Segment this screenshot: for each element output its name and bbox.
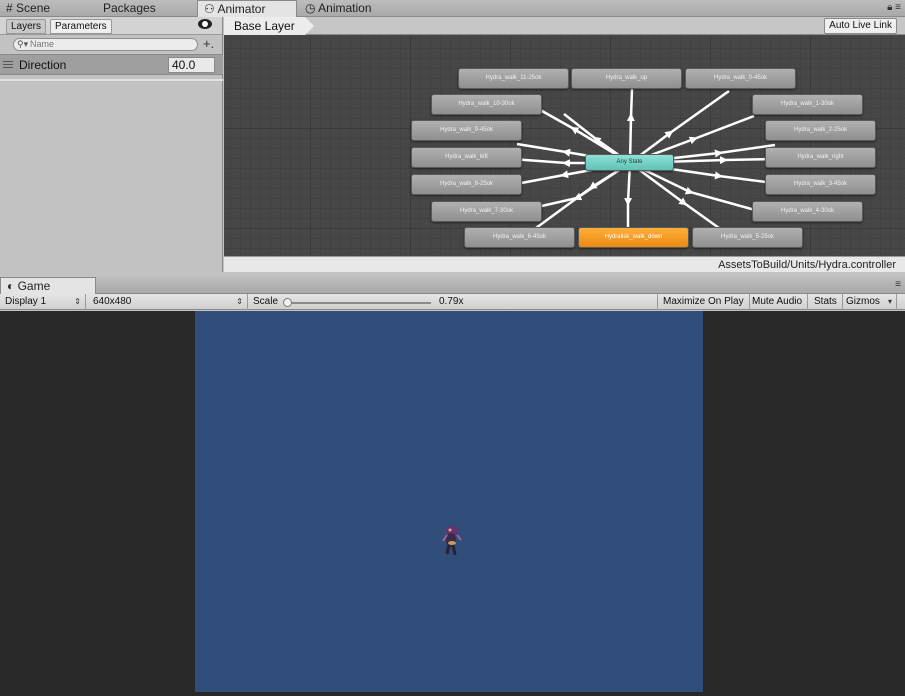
mute-audio-button[interactable]: Mute Audio [747, 294, 809, 310]
parameters-panel: Layers Parameters ⚲▾ Name +. Direction 4… [0, 17, 223, 272]
tab-label: Game [17, 279, 51, 293]
top-tab-bar: # Scene Packages ⚇ Animator ◷ Animation … [0, 0, 905, 17]
search-placeholder: Name [30, 39, 55, 49]
eye-icon[interactable] [198, 19, 212, 29]
state-node[interactable]: Hydra_walk_right [765, 147, 876, 168]
gizmos-button[interactable]: Gizmos ▾ [841, 294, 897, 310]
tab-animation[interactable]: ◷ Animation [299, 0, 378, 17]
resolution-value: 640x480 [93, 296, 132, 307]
parameter-row[interactable]: Direction 40.0 [0, 54, 223, 75]
any-state-node[interactable]: Any State [585, 154, 674, 171]
state-node[interactable]: Hydra_walk_6-45ok [464, 227, 575, 248]
controller-path: AssetsToBuild/Units/Hydra.controller [718, 259, 896, 271]
state-node[interactable]: Hydra_walk_8-25ok [411, 174, 522, 195]
controller-path-bar: AssetsToBuild/Units/Hydra.controller [224, 256, 905, 272]
state-node[interactable]: Hydra_walk_9-45ok [411, 120, 522, 141]
tab-game[interactable]: ◐ Game [0, 277, 96, 294]
game-toolbar: Display 1 ⇕ 640x480 ⇕ Scale 0.79x Maximi… [0, 294, 905, 310]
state-node[interactable]: Hydra_walk_1-30ok [752, 94, 863, 115]
tab-animator[interactable]: ⚇ Animator [197, 0, 297, 17]
tab-label: Animator [217, 2, 266, 16]
tab-label: Scene [16, 1, 51, 15]
drag-handle-icon[interactable] [3, 61, 13, 68]
display-dropdown[interactable]: Display 1 ⇕ [0, 294, 86, 310]
tab-label: Packages [103, 1, 156, 15]
updown-icon: ⇕ [74, 297, 81, 306]
animator-graph[interactable]: Hydra_walk_11-25ok Hydra_walk_up Hydra_w… [224, 17, 905, 272]
state-node[interactable]: Hydra_walk_2-25ok [765, 120, 876, 141]
tab-parameters[interactable]: Parameters [50, 19, 112, 34]
lock-menu-icon[interactable]: 🔒︎ ≡ [887, 2, 901, 13]
search-row: ⚲▾ Name +. [0, 36, 222, 52]
stats-button[interactable]: Stats [809, 294, 843, 310]
breadcrumb[interactable]: Base Layer [224, 17, 314, 35]
search-input[interactable]: ⚲▾ Name [13, 38, 198, 51]
clock-icon: ◷ [305, 1, 316, 15]
tab-layers[interactable]: Layers [6, 19, 47, 34]
state-node[interactable]: Hydra_walk_3-45ok [765, 174, 876, 195]
divider [0, 79, 223, 81]
state-node[interactable]: Hydra_walk_11-25ok [458, 68, 569, 89]
tab-label: Animation [318, 1, 372, 15]
hydralisk-sprite [442, 526, 462, 556]
tab-scene[interactable]: # Scene [0, 0, 56, 17]
breadcrumb-bar: Base Layer Auto Live Link [224, 17, 905, 35]
game-tab-bar: ◐ Game ≡ [0, 277, 905, 294]
gizmos-label: Gizmos [846, 296, 880, 307]
panel-tabs: Layers Parameters [0, 17, 222, 35]
tab-packages[interactable]: Packages [97, 0, 162, 17]
auto-live-link-button[interactable]: Auto Live Link [824, 18, 897, 34]
game-view[interactable] [0, 311, 905, 696]
state-node[interactable]: Hydra_walk_up [571, 68, 682, 89]
animator-icon: ⚇ [204, 2, 215, 16]
display-value: Display 1 [5, 296, 47, 307]
slider-knob[interactable] [283, 298, 292, 307]
game-icon: ◐ [7, 279, 15, 293]
scale-label: Scale [253, 296, 279, 307]
default-state-node[interactable]: Hydralisk_walk_down [578, 227, 689, 248]
state-node[interactable]: Hydra_walk_left [411, 147, 522, 168]
parameter-name: Direction [19, 58, 67, 72]
updown-icon: ⇕ [236, 297, 243, 306]
state-node[interactable]: Hydra_walk_10-30ok [431, 94, 542, 115]
state-node[interactable]: Hydra_walk_0-45ok [685, 68, 796, 89]
resolution-dropdown[interactable]: 640x480 ⇕ [88, 294, 248, 310]
parameter-value-field[interactable]: 40.0 [168, 57, 215, 73]
state-node[interactable]: Hydra_walk_4-30ok [752, 201, 863, 222]
add-parameter-icon[interactable]: +. [203, 36, 214, 51]
scale-value: 0.79x [439, 296, 464, 307]
state-node[interactable]: Hydra_walk_7-30ok [431, 201, 542, 222]
maximize-on-play-button[interactable]: Maximize On Play [657, 294, 750, 310]
game-screen[interactable] [195, 311, 703, 692]
scale-slider[interactable] [283, 298, 431, 307]
grid-icon: # [6, 1, 13, 15]
menu-icon[interactable]: ≡ [895, 279, 901, 290]
search-icon: ⚲▾ [17, 39, 29, 49]
state-node[interactable]: Hydra_walk_5-25ok [692, 227, 803, 248]
dropdown-icon: ▾ [887, 297, 892, 306]
